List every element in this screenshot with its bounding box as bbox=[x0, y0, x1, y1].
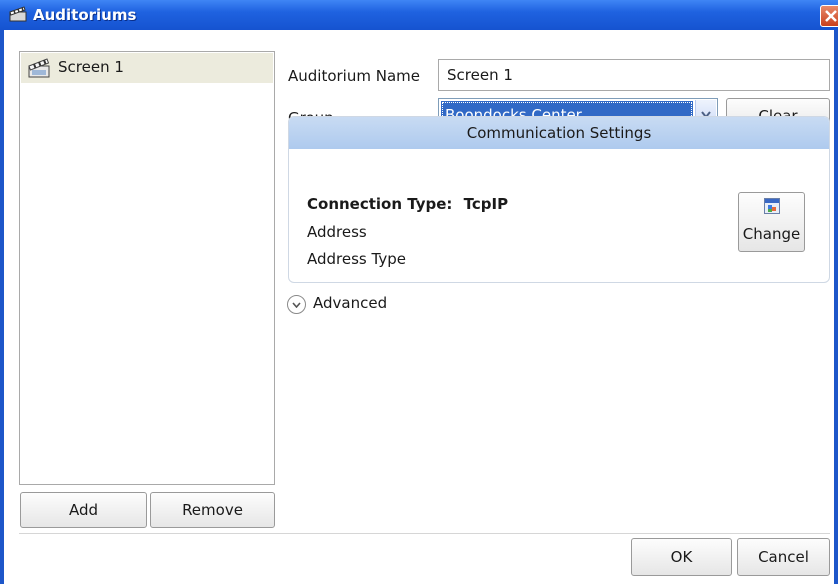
change-button-label: Change bbox=[742, 225, 801, 243]
footer-divider bbox=[19, 533, 830, 534]
settings-window-icon bbox=[764, 198, 780, 218]
address-label: Address bbox=[307, 223, 367, 241]
add-button[interactable]: Add bbox=[20, 492, 147, 528]
title-bar[interactable]: Auditoriums bbox=[0, 0, 838, 30]
chevron-down-icon bbox=[292, 302, 301, 308]
change-button[interactable]: Change bbox=[738, 192, 805, 252]
address-type-label: Address Type bbox=[307, 250, 406, 268]
communication-settings-header: Communication Settings bbox=[289, 117, 829, 149]
list-item-label: Screen 1 bbox=[58, 58, 124, 76]
connection-type: Connection Type: TcpIP bbox=[307, 195, 508, 213]
ok-button[interactable]: OK bbox=[631, 538, 732, 576]
clapperboard-icon bbox=[9, 6, 27, 22]
auditorium-name-input[interactable]: Screen 1 bbox=[438, 59, 830, 91]
expand-icon bbox=[287, 295, 306, 314]
cancel-button[interactable]: Cancel bbox=[737, 538, 830, 576]
advanced-label: Advanced bbox=[313, 294, 388, 312]
auditoriums-window: Auditoriums Screen 1 Add Remove Auditori… bbox=[0, 0, 838, 584]
clapperboard-icon bbox=[27, 58, 51, 82]
auditorium-list[interactable]: Screen 1 bbox=[19, 51, 275, 485]
close-icon bbox=[825, 10, 837, 22]
auditorium-name-label: Auditorium Name bbox=[288, 67, 420, 85]
communication-settings-title: Communication Settings bbox=[466, 124, 652, 142]
close-button[interactable] bbox=[820, 5, 838, 27]
remove-button[interactable]: Remove bbox=[150, 492, 275, 528]
window-title: Auditoriums bbox=[33, 6, 137, 24]
list-item[interactable]: Screen 1 bbox=[21, 53, 273, 83]
connection-type-value: TcpIP bbox=[463, 195, 509, 213]
communication-settings-panel: Communication Settings Connection Type: … bbox=[288, 116, 830, 283]
connection-type-label: Connection Type: bbox=[307, 195, 453, 213]
